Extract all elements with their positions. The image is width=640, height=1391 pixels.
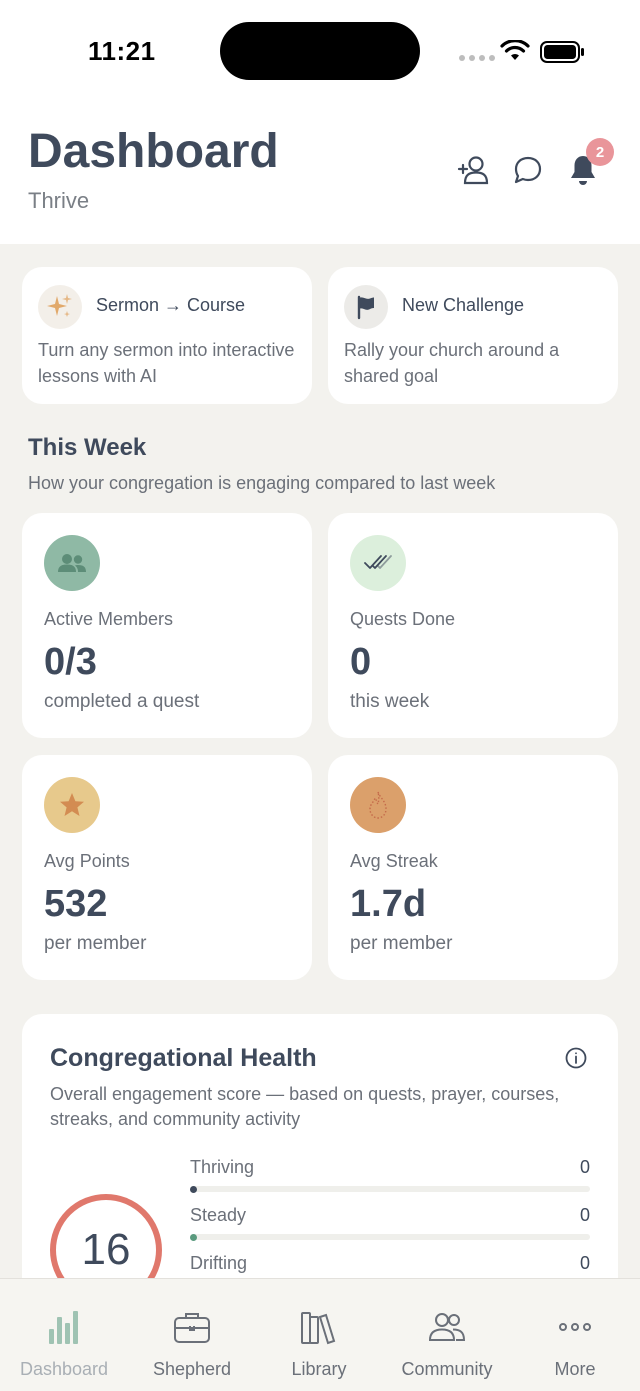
health-title: Congregational Health (50, 1044, 317, 1072)
page-title: Dashboard (28, 125, 279, 178)
tab-label: Community (401, 1359, 493, 1379)
chat-icon[interactable] (508, 150, 548, 190)
congregational-health-card: Congregational Health Overall engagement… (22, 1014, 618, 1314)
new-challenge-title: New Challenge (402, 295, 525, 315)
bar-chart-icon (4, 1307, 124, 1347)
tab-label: Dashboard (19, 1359, 109, 1379)
new-challenge-card[interactable]: New Challenge Rally your church around a… (328, 267, 618, 404)
stat-value: 0/3 (44, 641, 97, 683)
stat-card-avg-streak[interactable]: Avg Streak 1.7d per member (328, 755, 618, 980)
tab-label: More (554, 1359, 596, 1379)
stat-caption: per member (350, 933, 453, 954)
stat-label: Quests Done (350, 609, 456, 629)
stat-value: 1.7d (350, 883, 427, 925)
health-row-count: 0 (579, 1205, 590, 1225)
this-week-subtitle: How your congregation is engaging compar… (28, 473, 496, 493)
health-row-steady: Steady 0 (190, 1205, 590, 1241)
battery-icon (540, 41, 584, 63)
notification-badge: 2 (586, 138, 614, 166)
tab-label: Library (291, 1359, 347, 1379)
health-row-label: Thriving (190, 1157, 255, 1177)
tab-library[interactable]: Library (259, 1307, 379, 1380)
books-icon (259, 1307, 379, 1347)
health-row-count: 0 (579, 1253, 590, 1273)
stat-caption: this week (350, 691, 430, 712)
health-row-bar (190, 1233, 590, 1241)
header-area: 11:21 Dashboard Thrive 2 (0, 0, 640, 244)
dynamic-island (220, 22, 420, 80)
health-row-label: Steady (190, 1205, 247, 1225)
tab-shepherd[interactable]: Shepherd (132, 1307, 252, 1380)
briefcase-icon (132, 1307, 252, 1347)
star-icon (44, 777, 100, 833)
people-icon (387, 1307, 507, 1347)
wifi-icon (500, 40, 530, 60)
sermon-course-card[interactable]: Sermon → Course Turn any sermon into int… (22, 267, 312, 404)
tab-more[interactable]: More (515, 1307, 635, 1380)
stat-card-avg-points[interactable]: Avg Points 532 per member (22, 755, 312, 980)
more-icon (515, 1307, 635, 1347)
health-score: 16 (81, 1225, 131, 1274)
tab-bar: Dashboard Shepherd Library Community Mor… (0, 1278, 640, 1391)
health-row-label: Drifting (190, 1253, 248, 1273)
new-challenge-description: Rally your church around a shared goal (344, 340, 560, 386)
stat-label: Active Members (44, 609, 174, 629)
tab-label: Shepherd (152, 1359, 232, 1379)
status-time: 11:21 (88, 36, 156, 66)
flag-icon (344, 285, 388, 329)
flame-icon (350, 777, 406, 833)
stat-value: 0 (350, 641, 372, 683)
stat-caption: per member (44, 933, 147, 954)
health-row-count: 0 (579, 1157, 590, 1177)
info-icon[interactable] (564, 1046, 588, 1070)
stat-card-active-members[interactable]: Active Members 0/3 completed a quest (22, 513, 312, 738)
sparkles-icon (38, 285, 82, 329)
double-check-icon (350, 535, 406, 591)
stat-label: Avg Points (44, 851, 130, 871)
tab-community[interactable]: Community (387, 1307, 507, 1380)
health-description: Overall engagement score — based on ques… (50, 1084, 560, 1129)
members-icon (44, 535, 100, 591)
add-member-icon[interactable] (454, 150, 494, 190)
stat-value: 532 (44, 883, 108, 925)
sermon-course-description: Turn any sermon into interactive lessons… (38, 340, 295, 386)
signal-icon (459, 55, 495, 61)
page-subtitle: Thrive (28, 188, 90, 213)
stat-caption: completed a quest (44, 691, 200, 712)
health-row-thriving: Thriving 0 (190, 1157, 590, 1193)
health-row-bar (190, 1185, 590, 1193)
stat-card-quests-done[interactable]: Quests Done 0 this week (328, 513, 618, 738)
stat-label: Avg Streak (350, 851, 438, 871)
this-week-title: This Week (28, 434, 147, 461)
tab-dashboard[interactable]: Dashboard (4, 1307, 124, 1380)
sermon-course-title: Sermon → Course (96, 295, 246, 315)
